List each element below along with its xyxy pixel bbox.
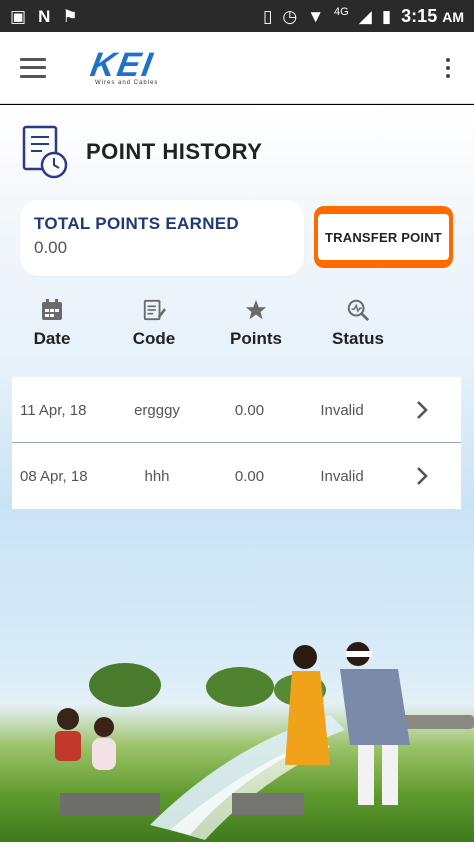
row-date: 11 Apr, 18 [20,401,87,419]
vibrate-icon: ▯ [263,6,273,26]
row-status: Invalid [320,401,364,419]
row-points: 0.00 [234,401,265,419]
search-analytics-icon [347,299,370,322]
network-type: 4G [334,5,349,18]
main-content: POINT HISTORY TOTAL POINTS EARNED 0.00 T… [0,105,474,842]
table-row[interactable]: 11 Apr, 18 ergggy 0.00 Invalid [12,377,461,443]
row-points: 0.00 [234,467,265,485]
signal-icon: ◢ [358,6,372,26]
row-date: 08 Apr, 18 [20,467,88,485]
row-status: Invalid [320,467,364,485]
flag-icon: ⚑ [62,6,78,26]
column-status: Status [313,297,403,349]
more-options-icon[interactable] [442,54,454,82]
total-points-label: TOTAL POINTS EARNED [34,214,239,233]
total-points-value: 0.00 [34,238,68,257]
history-table: 11 Apr, 18 ergggy 0.00 Invalid 08 Apr, 1… [12,377,461,509]
transfer-point-label: TRANSFER POINT [318,214,449,260]
app-bar: KEI Wires and Cables [0,32,474,104]
star-icon [245,299,267,320]
edit-note-icon [143,299,166,321]
kei-logo: KEI Wires and Cables [87,45,159,86]
row-code: ergggy [134,401,180,419]
history-document-icon [22,125,68,179]
battery-icon: ▮ [381,6,392,26]
menu-icon[interactable] [20,57,46,78]
alarm-icon: ◷ [282,6,298,26]
table-row[interactable]: 08 Apr, 18 hhh 0.00 Invalid [12,443,461,509]
total-points-card: TOTAL POINTS EARNED 0.00 [20,200,304,276]
transfer-point-button[interactable]: TRANSFER POINT [314,206,453,268]
row-code: hhh [144,467,170,485]
status-bar: ▣ N ⚑ ▯ ◷ ▼ 4G ◢ ▮ 3:15 AM [0,0,474,32]
chevron-right-icon[interactable] [409,443,435,509]
column-headers: Date Code Points Status [0,297,474,357]
chevron-right-icon[interactable] [409,377,435,443]
wifi-icon: ▼ [307,6,325,26]
image-icon: ▣ [10,6,27,26]
column-points: Points [211,297,301,349]
column-date: Date [7,297,97,349]
clock: 3:15 AM [401,5,464,26]
page-title: POINT HISTORY [86,139,263,164]
column-code: Code [109,297,199,349]
n-icon: N [38,6,51,26]
calendar-icon [42,299,62,320]
page-header: POINT HISTORY [22,125,262,179]
